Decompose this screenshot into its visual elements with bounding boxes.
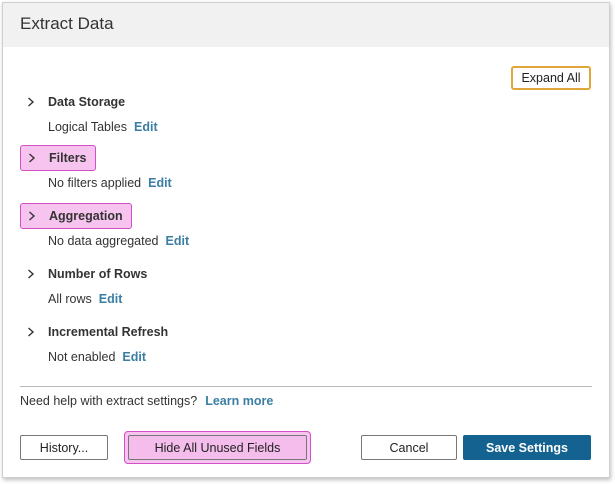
section-summary-text: Not enabled — [48, 350, 116, 364]
section-header-data-storage[interactable]: Data Storage — [20, 89, 133, 115]
history-button[interactable]: History... — [20, 435, 108, 460]
extract-data-dialog: Extract Data Expand All Data Storage Log… — [2, 2, 610, 478]
section-summary-text: No filters applied — [48, 176, 142, 190]
edit-data-storage-link[interactable]: Edit — [134, 120, 158, 134]
section-summary: Not enabled Edit — [48, 350, 146, 364]
help-text: Need help with extract settings? — [20, 394, 198, 408]
save-settings-button[interactable]: Save Settings — [463, 435, 591, 460]
chevron-right-icon — [26, 96, 36, 108]
chevron-right-icon — [26, 268, 36, 280]
section-summary: No filters applied Edit — [48, 176, 172, 190]
section-summary-text: No data aggregated — [48, 234, 159, 248]
cancel-button[interactable]: Cancel — [361, 435, 457, 460]
section-title: Incremental Refresh — [48, 325, 169, 339]
dialog-title: Extract Data — [20, 14, 114, 33]
divider — [20, 386, 592, 387]
edit-filters-link[interactable]: Edit — [148, 176, 172, 190]
section-title: Filters — [49, 151, 87, 165]
hide-all-unused-fields-button[interactable]: Hide All Unused Fields — [128, 435, 307, 460]
hide-unused-fields-highlight: Hide All Unused Fields — [124, 431, 311, 464]
chevron-right-icon — [27, 210, 37, 222]
section-summary: All rows Edit — [48, 292, 122, 306]
edit-number-of-rows-link[interactable]: Edit — [99, 292, 123, 306]
section-header-aggregation[interactable]: Aggregation — [20, 203, 132, 229]
chevron-right-icon — [26, 326, 36, 338]
section-header-number-of-rows[interactable]: Number of Rows — [20, 261, 155, 287]
expand-all-button[interactable]: Expand All — [511, 66, 591, 90]
section-summary-text: Logical Tables — [48, 120, 127, 134]
section-summary: Logical Tables Edit — [48, 120, 158, 134]
section-header-filters[interactable]: Filters — [20, 145, 96, 171]
section-title: Number of Rows — [48, 267, 148, 281]
section-title: Data Storage — [48, 95, 126, 109]
edit-incremental-refresh-link[interactable]: Edit — [122, 350, 146, 364]
section-title: Aggregation — [49, 209, 123, 223]
edit-aggregation-link[interactable]: Edit — [166, 234, 190, 248]
chevron-right-icon — [27, 152, 37, 164]
learn-more-link[interactable]: Learn more — [205, 394, 273, 408]
section-header-incremental-refresh[interactable]: Incremental Refresh — [20, 319, 176, 345]
dialog-header: Extract Data — [3, 3, 609, 47]
section-summary-text: All rows — [48, 292, 92, 306]
section-summary: No data aggregated Edit — [48, 234, 189, 248]
help-row: Need help with extract settings? Learn mo… — [20, 394, 273, 408]
